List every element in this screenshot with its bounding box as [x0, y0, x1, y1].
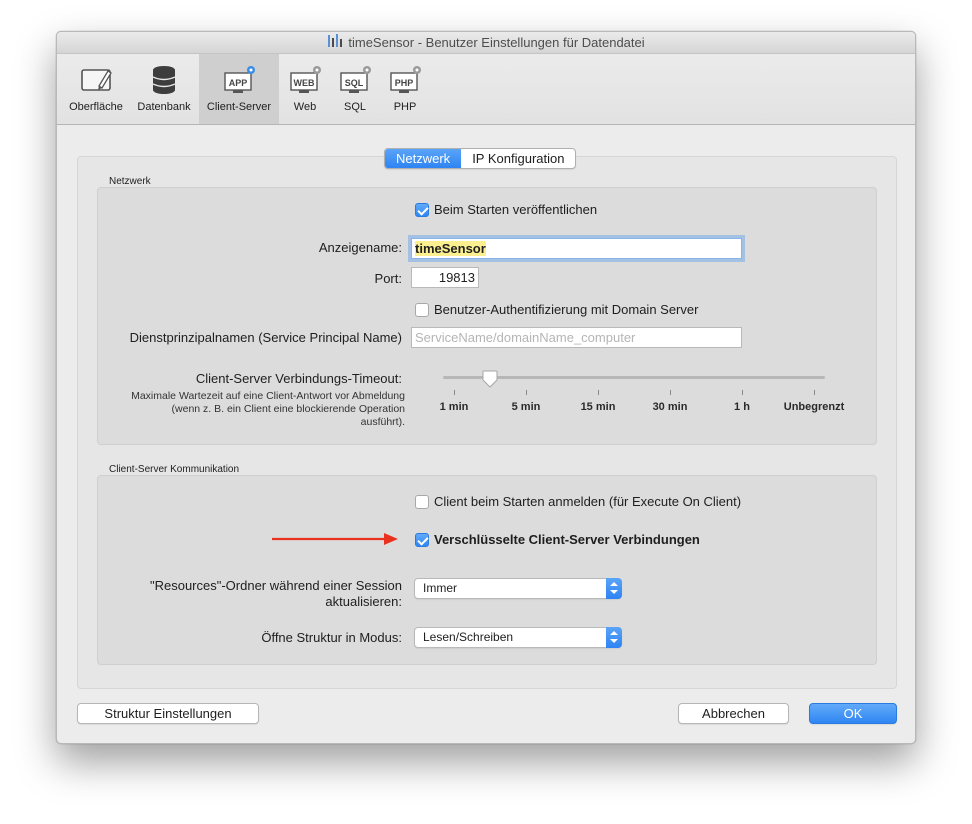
resources-label-text: "Resources"-Ordner während einer Session… [149, 578, 402, 609]
display-name-label: Anzeigename: [318, 240, 402, 255]
timesensor-app-icon [327, 33, 343, 55]
title-bar: timeSensor - Benutzer Einstellungen für … [57, 32, 915, 54]
tab-control: Netzwerk IP Konfiguration [384, 148, 577, 169]
spn-input[interactable]: ServiceName/domainName_computer [411, 327, 742, 348]
slider-tick [598, 390, 599, 395]
slider-tick [526, 390, 527, 395]
domain-auth-checkbox[interactable] [415, 303, 429, 317]
svg-text:PHP: PHP [395, 78, 414, 88]
encrypted-connections-checkbox[interactable] [415, 533, 429, 547]
tab-netzwerk[interactable]: Netzwerk [385, 149, 462, 168]
popup-chevron-icon [606, 627, 622, 648]
window-title: timeSensor - Benutzer Einstellungen für … [348, 35, 645, 50]
preferences-window: timeSensor - Benutzer Einstellungen für … [56, 31, 916, 744]
tab-ip-konfiguration[interactable]: IP Konfiguration [461, 149, 575, 168]
php-icon: PHP [387, 64, 423, 96]
database-icon [146, 64, 182, 96]
slider-tick-label: 5 min [511, 401, 541, 413]
structure-settings-button[interactable]: Struktur Einstellungen [77, 703, 259, 724]
toolbar-item-sql[interactable]: SQL SQL [331, 54, 379, 124]
toolbar: Oberfläche Datenbank APP Client-Server W… [57, 54, 915, 125]
slider-tick-label: 1 h [734, 401, 750, 413]
register-on-start-checkbox[interactable] [415, 495, 429, 509]
display-name-input[interactable]: timeSensor [411, 238, 742, 259]
slider-tick-label: Unbegrenzt [783, 401, 845, 413]
slider-tick [742, 390, 743, 395]
communication-section-title: Client-Server Kommunikation [109, 464, 240, 475]
spn-label: Dienstprinzipalnamen (Service Principal … [129, 330, 402, 345]
popup-chevron-icon [606, 578, 622, 599]
structure-mode-label: Öffne Struktur in Modus: [261, 630, 402, 645]
publish-on-start-checkbox[interactable] [415, 203, 429, 217]
toolbar-item-php[interactable]: PHP PHP [381, 54, 429, 124]
toolbar-item-oberflaeche[interactable]: Oberfläche [63, 54, 129, 124]
surface-icon [78, 64, 114, 96]
toolbar-item-client-server[interactable]: APP Client-Server [199, 54, 279, 124]
ok-button[interactable]: OK [809, 703, 897, 724]
svg-text:WEB: WEB [294, 78, 315, 88]
resources-label: "Resources"-Ordner während einer Session… [112, 578, 402, 610]
app-server-icon: APP [221, 64, 257, 96]
sql-icon: SQL [337, 64, 373, 96]
slider-tick [814, 390, 815, 395]
slider-tick-label: 15 min [580, 401, 616, 413]
svg-text:SQL: SQL [345, 78, 364, 88]
slider-tick-label: 30 min [652, 401, 688, 413]
timeout-slider-track[interactable] [443, 376, 825, 379]
toolbar-item-datenbank[interactable]: Datenbank [131, 54, 197, 124]
timeout-description: Maximale Wartezeit auf eine Client-Antwo… [131, 390, 405, 428]
port-input[interactable]: 19813 [411, 267, 479, 288]
web-icon: WEB [287, 64, 323, 96]
structure-mode-popup[interactable]: Lesen/Schreiben [414, 627, 622, 648]
register-on-start-label: Client beim Starten anmelden (für Execut… [434, 494, 742, 509]
resources-popup[interactable]: Immer [414, 578, 622, 599]
cancel-button[interactable]: Abbrechen [678, 703, 789, 724]
timeout-slider-thumb[interactable] [481, 370, 499, 388]
slider-tick [670, 390, 671, 395]
port-label: Port: [374, 271, 402, 286]
svg-text:APP: APP [229, 78, 248, 88]
toolbar-item-web[interactable]: WEB Web [281, 54, 329, 124]
slider-tick-label: 1 min [439, 401, 469, 413]
domain-auth-label: Benutzer-Authentifizierung mit Domain Se… [434, 302, 699, 317]
encrypted-connections-label: Verschlüsselte Client-Server Verbindunge… [434, 532, 700, 547]
slider-tick [454, 390, 455, 395]
publish-on-start-label: Beim Starten veröffentlichen [434, 202, 598, 217]
timeout-label: Client-Server Verbindungs-Timeout: [195, 371, 402, 386]
network-section-title: Netzwerk [109, 176, 151, 187]
red-arrow-annotation [272, 532, 402, 549]
